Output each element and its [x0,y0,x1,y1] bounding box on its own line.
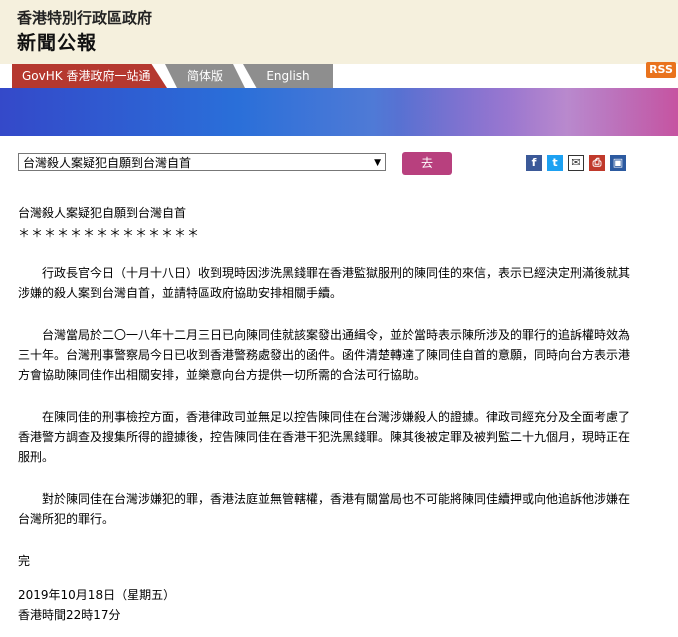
banner [0,88,678,136]
twitter-icon[interactable]: t [547,155,563,171]
nav-english-link[interactable]: English [243,64,333,88]
para-2-line-1: 台灣當局於二〇一八年十二月三日已向陳同佳就該案發出通緝令，並於當時表示陳所涉及的… [42,328,631,342]
para-3-line-2: 香港警方調查及搜集所得的證據後，控告陳同佳在香港干犯洗黑錢罪。陳其後被定罪及被判… [18,430,631,444]
para-1-line-2: 涉嫌的殺人案到台灣自首，並請特區政府協助安排相關手續。 [18,286,343,300]
chevron-down-icon: ▼ [374,158,381,168]
para-4-line-1: 對於陳同佳在台灣涉嫌犯的罪，香港法庭並無管轄權，香港有關當局也不可能將陳同佳續押… [42,492,631,506]
para-1-line-1: 行政長官今日（十月十八日）收到現時因涉洗黑錢罪在香港監獄服刑的陳同佳的來信，表示… [42,266,631,280]
header-subtitle: 新聞公報 [17,32,98,54]
article-stars: ＊＊＊＊＊＊＊＊＊＊＊＊＊＊ [18,226,201,240]
para-3-line-1: 在陳同佳的刑事檢控方面，香港律政司並無足以控告陳同佳在台灣涉嫌殺人的證據。律政司… [42,410,631,424]
share-icons: f t ✉ ⎙ ▣ [526,155,631,174]
para-2-line-3: 方會協助陳同佳作出相關安排，並樂意向台方提供一切所需的合法可行協助。 [18,368,427,382]
header-title: 香港特別行政區政府 [17,9,153,27]
rss-button[interactable]: RSS [646,62,676,78]
bookmark-icon[interactable]: ▣ [610,155,626,171]
header: 香港特別行政區政府 新聞公報 [0,0,678,64]
print-icon[interactable]: ⎙ [589,155,605,171]
article-time: 香港時間22時17分 [18,608,121,622]
nav-govhk-link[interactable]: GovHK 香港政府一站通 [12,64,167,88]
facebook-icon[interactable]: f [526,155,542,171]
article-select[interactable]: 台灣殺人案疑犯自願到台灣自首 ▼ [18,153,386,171]
para-4-line-2: 台灣所犯的罪行。 [18,512,115,526]
article-end: 完 [18,554,31,568]
para-3-line-3: 服刑。 [18,450,55,464]
go-button[interactable]: 去 [402,152,452,175]
article-title: 台灣殺人案疑犯自願到台灣自首 [18,206,187,220]
article-date: 2019年10月18日（星期五） [18,588,176,602]
banner-glow [400,88,678,136]
para-2-line-2: 三十年。台灣刑事警察局今日已收到香港警務處發出的函件。函件清楚轉達了陳同佳自首的… [18,348,631,362]
article: 台灣殺人案疑犯自願到台灣自首 ＊＊＊＊＊＊＊＊＊＊＊＊＊＊ 行政長官今日（十月十… [18,203,663,625]
article-select-value: 台灣殺人案疑犯自願到台灣自首 [23,156,192,170]
email-icon[interactable]: ✉ [568,155,584,171]
nav-simplified-link[interactable]: 简体版 [165,64,245,88]
